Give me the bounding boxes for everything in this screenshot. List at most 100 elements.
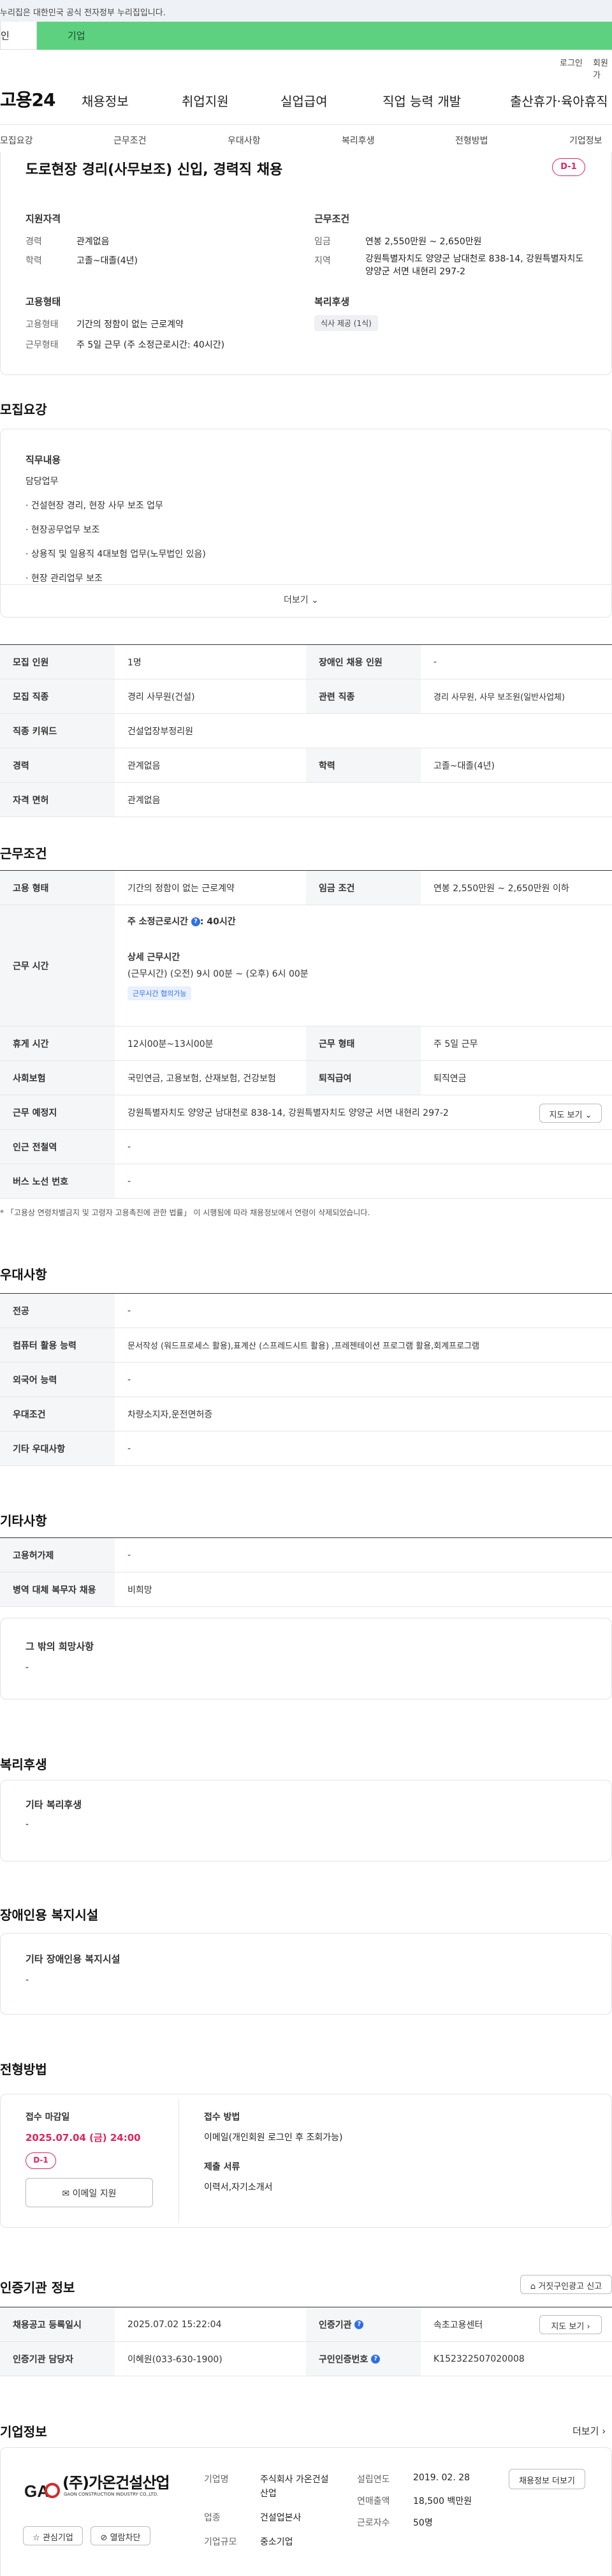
company-name-value: 주식회사 가온건설산업: [260, 2475, 329, 2499]
email-apply-button[interactable]: ✉ 이메일 지원: [26, 2178, 153, 2207]
row-header: 고용 형태: [0, 871, 115, 905]
career-value: 관계없음: [76, 237, 110, 247]
method-heading: 접수 방법: [204, 2112, 240, 2122]
employees-label: 근로자수: [357, 2518, 390, 2528]
divider: [178, 2099, 179, 2223]
site-logo[interactable]: 고용24: [0, 86, 55, 112]
info-icon[interactable]: ?: [191, 917, 200, 926]
table-row: 채용공고 등록일시 2025.07.02 15:22:04 인증기관 ? 속초고…: [0, 2307, 612, 2342]
row-value: 강원특별자치도 양양군 남대천로 838-14, 강원특별자치도 양양군 서면 …: [127, 1107, 449, 1118]
founded-value: 2019. 02. 28: [413, 2473, 470, 2483]
table-row: 인증기관 담당자 이혜원(033-630-1900) 구인인증번호 ? K152…: [0, 2342, 612, 2376]
map-view-button[interactable]: 지도 보기 ⌄: [539, 1104, 602, 1123]
gnb-item-jobs[interactable]: 채용정보: [82, 91, 129, 110]
detail-hours-heading: 상세 근무시간: [127, 952, 180, 963]
map-view-label: 지도 보기: [549, 1111, 583, 1120]
job-description-line: · 현장공무업무 보조: [26, 525, 100, 535]
anchor-recruit[interactable]: 모집요강: [0, 134, 33, 147]
detail-hours-value: (근무시간) (오전) 9시 00분 ~ (오후) 6시 00분: [127, 969, 309, 979]
row-header: 인증기관 ?: [306, 2307, 421, 2341]
anchor-preference[interactable]: 우대사항: [228, 134, 261, 147]
agency-map-button[interactable]: 지도 보기 ›: [539, 2315, 602, 2334]
anchor-process[interactable]: 전형방법: [455, 134, 488, 147]
join-link[interactable]: 회원가: [593, 56, 612, 80]
row-header: 자격 면허: [0, 783, 115, 817]
company-logo: GA (주)가온건설산업 GAON CONSTRUCTION INDUSTRY …: [23, 2466, 170, 2511]
job-description-heading: 직무내용: [26, 454, 61, 466]
wage-label: 임금: [314, 237, 331, 247]
company-more-link[interactable]: 더보기 ›: [572, 2424, 606, 2438]
docs-heading: 제출 서류: [204, 2162, 240, 2172]
gnb-item-training[interactable]: 직업 능력 개발: [382, 91, 461, 110]
mail-icon: ✉: [62, 2189, 70, 2199]
employment-type-heading: 고용형태: [26, 296, 61, 307]
row-header: 외국어 능력: [0, 1363, 115, 1396]
weekly-hours-value: : 40시간: [200, 917, 236, 927]
table-row: 휴게 시간 12시00분~13시00분 근무 형태 주 5일 근무: [0, 1026, 612, 1061]
row-header: 컴퓨터 활용 능력: [0, 1328, 115, 1362]
favorite-label: 관심기업: [42, 2533, 73, 2543]
info-icon[interactable]: ?: [354, 2320, 364, 2329]
login-link[interactable]: 로그인: [560, 56, 583, 68]
row-header: 전공: [0, 1294, 115, 1328]
chevron-down-icon: ⌄: [585, 1111, 592, 1120]
job-title: 도로현장 경리(사무보조) 신입, 경력직 채용: [26, 162, 283, 178]
chevron-down-icon: ⌄: [311, 595, 319, 605]
row-header: 우대조건: [0, 1397, 115, 1431]
table-row: 전공 -: [0, 1294, 612, 1328]
table-row: 모집 직종 경리 사무원(건설) 관련 직종 경리 사무원, 사무 보조원(일반…: [0, 679, 612, 714]
anchor-welfare[interactable]: 복리후생: [342, 134, 375, 147]
tab-company[interactable]: 기업: [37, 22, 612, 50]
row-value: 기간의 정함이 없는 근로계약: [127, 883, 235, 894]
table-row: 근무 시간: [0, 905, 612, 1026]
company-jobs-button[interactable]: 채용정보 더보기: [509, 2469, 585, 2489]
welfare-box-value: -: [26, 1819, 29, 1830]
disabled-box-value: -: [26, 1975, 29, 1985]
gnb-item-employment-support[interactable]: 취업지원: [182, 91, 229, 110]
tab-personal[interactable]: 인: [0, 22, 37, 50]
anchor-company[interactable]: 기업정보: [569, 134, 602, 147]
row-header: 학력: [306, 748, 421, 782]
conditions-section-title: 근무조건: [0, 846, 47, 861]
conditions-heading: 근무조건: [314, 213, 350, 225]
table-row: 고용허가제 -: [0, 1538, 612, 1573]
table-row: 고용 형태 기간의 정함이 없는 근로계약 임금 조건 연봉 2,550만원 ~…: [0, 871, 612, 905]
sales-value: 18,500 백만원: [413, 2496, 472, 2506]
chevron-right-icon: ›: [602, 2425, 606, 2437]
more-button[interactable]: 더보기 ⌄: [284, 593, 319, 606]
table-row: 외국어 능력 -: [0, 1363, 612, 1397]
gnb-item-unemployment[interactable]: 실업급여: [280, 91, 328, 110]
gnb-item-parental-leave[interactable]: 출산휴가·육아휴직: [510, 91, 608, 110]
table-row: 컴퓨터 활용 능력 문서작성 (워드프로세스 활용),표계산 (스프레드시트 활…: [0, 1328, 612, 1363]
row-header: 경력: [0, 748, 115, 782]
block-company-button[interactable]: ⊘ 열람차단: [91, 2526, 150, 2545]
employment-type-label: 고용형태: [26, 320, 59, 330]
row-value: 관계없음: [127, 760, 161, 771]
work-type-label: 근무형태: [26, 340, 59, 350]
wage-value: 연봉 2,550만원 ~ 2,650만원: [365, 237, 482, 247]
row-value: 주 5일 근무: [433, 1039, 478, 1049]
favorite-company-button[interactable]: ☆ 관심기업: [23, 2526, 83, 2545]
false-ad-report-button[interactable]: ⌂ 거짓구인광고 신고: [520, 2275, 612, 2294]
row-value: 1명: [127, 657, 142, 668]
row-value: 연봉 2,550만원 ~ 2,650만원 이하: [433, 883, 569, 894]
disabled-box: [0, 1933, 612, 2015]
row-header: 직종 키워드: [0, 714, 115, 748]
job-description-line: · 건설현장 경리, 현장 사무 보조 업무: [26, 501, 163, 511]
row-header: 구인인증번호 ?: [306, 2342, 421, 2376]
row-header: 모집 직종: [0, 679, 115, 713]
anchor-conditions[interactable]: 근무조건: [113, 134, 147, 147]
divider: [0, 584, 612, 585]
company-logo-mark: GA: [24, 2482, 60, 2501]
block-label: 열람차단: [110, 2533, 141, 2543]
row-value: 2025.07.02 15:22:04: [127, 2319, 222, 2330]
info-icon[interactable]: ?: [371, 2354, 381, 2364]
email-apply-label: 이메일 지원: [72, 2189, 117, 2199]
row-header: 사회보험: [0, 1061, 115, 1095]
job-description-line: 담당업무: [26, 477, 59, 487]
row-header: 휴게 시간: [0, 1026, 115, 1060]
row-header: 인증기관 담당자: [0, 2342, 115, 2376]
row-header: 채용공고 등록일시: [0, 2307, 115, 2341]
deadline-heading: 접수 마감일: [26, 2112, 70, 2122]
row-value: 12시00분~13시00분: [127, 1039, 214, 1049]
